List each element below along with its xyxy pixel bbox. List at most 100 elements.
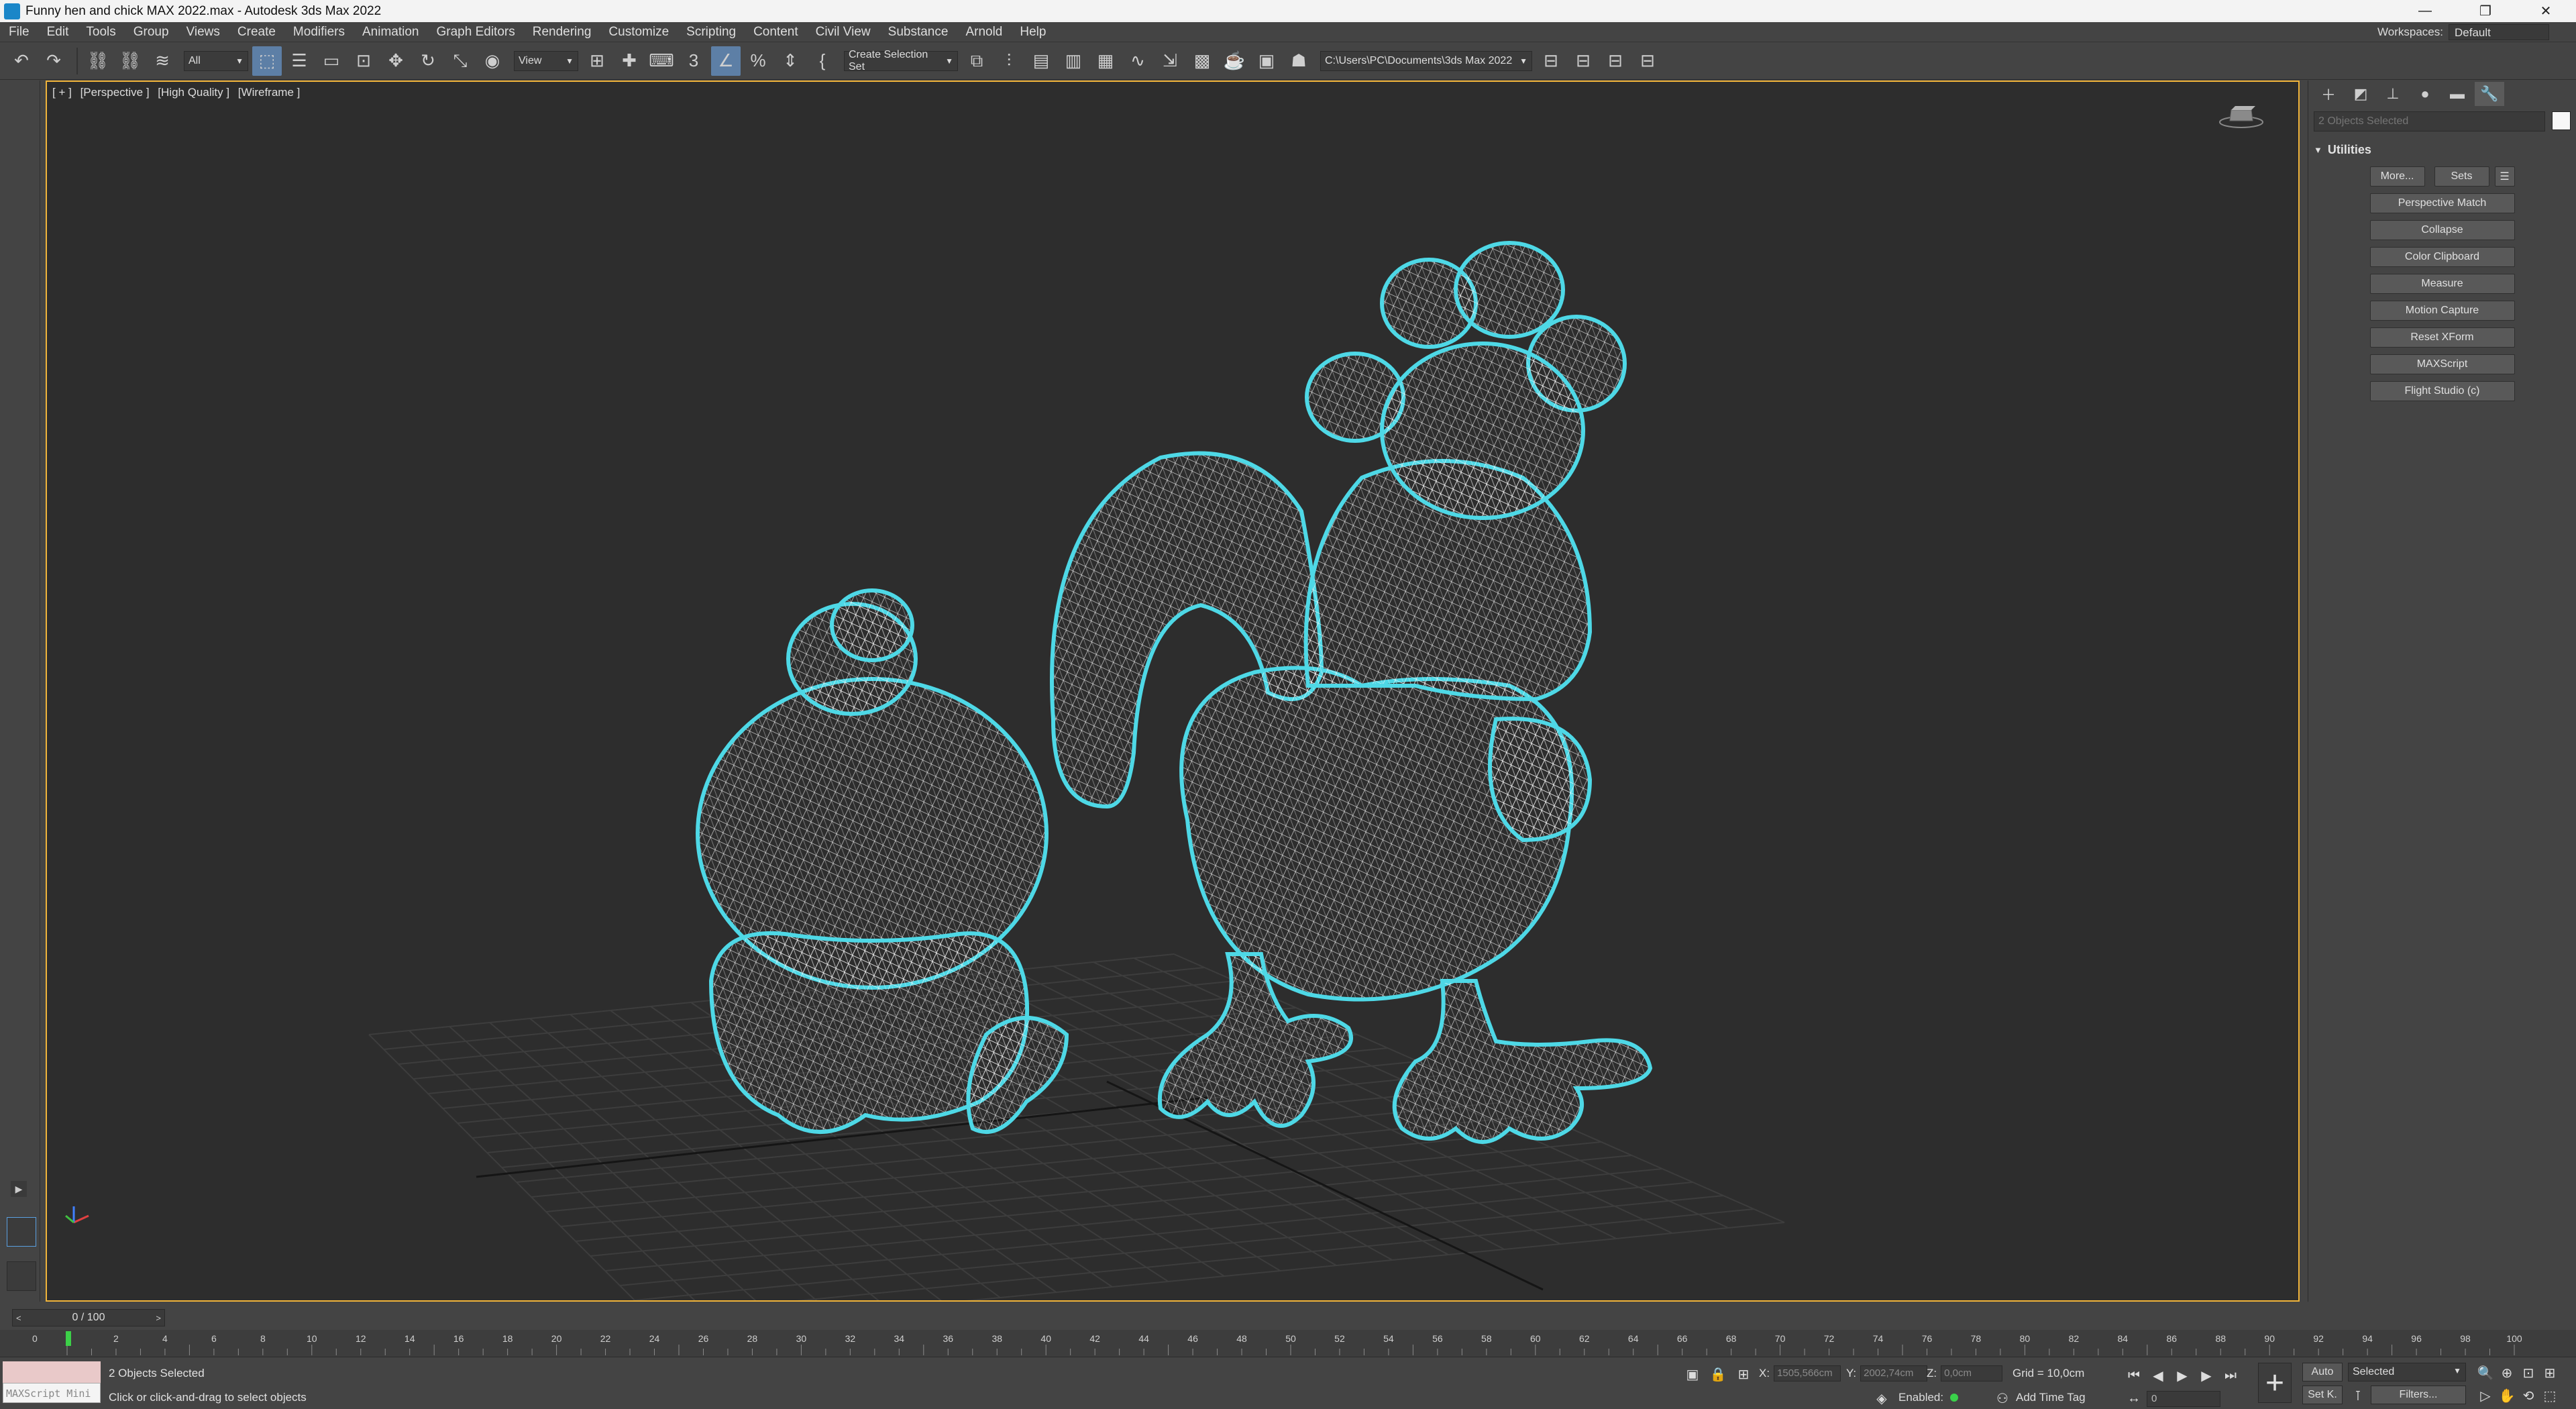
motion-icon[interactable]: ● — [2410, 82, 2440, 106]
menu-scripting[interactable]: Scripting — [678, 25, 745, 40]
rendered-frame-window-icon[interactable]: ▣ — [1252, 46, 1281, 76]
menu-create[interactable]: Create — [229, 25, 284, 40]
go-to-start-icon[interactable]: ⏮ — [2124, 1365, 2144, 1386]
rectangular-selection-icon[interactable]: ▭ — [317, 46, 346, 76]
menu-customize[interactable]: Customize — [600, 25, 678, 40]
zoom-extents-all-icon[interactable]: ⊞ — [2540, 1363, 2560, 1383]
workspaces-dropdown[interactable]: Default — [2449, 24, 2549, 40]
collapse-button[interactable]: Collapse — [2369, 220, 2515, 240]
isolate-selection-icon[interactable]: ▣ — [1682, 1364, 1703, 1384]
x-field[interactable]: 1505,566cm — [1774, 1365, 1841, 1381]
key-filter-dropdown[interactable]: Selected ▼ — [2348, 1363, 2466, 1381]
enabled-indicator-icon[interactable] — [1950, 1394, 1959, 1402]
object-color-swatch[interactable] — [2552, 111, 2571, 130]
object-name-field[interactable] — [2314, 111, 2545, 132]
placement-icon[interactable]: ◉ — [478, 46, 507, 76]
create-icon[interactable]: ＋ — [2314, 82, 2343, 106]
material-editor-icon[interactable]: ▩ — [1187, 46, 1217, 76]
motion-capture-button[interactable]: Motion Capture — [2369, 301, 2515, 321]
viewcube-icon[interactable] — [2218, 102, 2265, 129]
scene-canvas[interactable] — [47, 82, 2300, 1302]
selection-filter-dropdown[interactable]: All ▼ — [184, 50, 248, 71]
maxscript-listener[interactable]: MAXScript Mini — [3, 1361, 101, 1406]
spinner-snap-icon[interactable]: ⇕ — [775, 46, 805, 76]
expand-arrow-icon[interactable]: ▶ — [11, 1181, 27, 1197]
absolute-mode-icon[interactable]: ⊞ — [1733, 1364, 1754, 1384]
set-key-big-icon[interactable]: + — [2258, 1363, 2292, 1403]
go-to-end-icon[interactable]: ⏭ — [2220, 1365, 2241, 1386]
zoom-extents-icon[interactable]: ⊡ — [2518, 1363, 2538, 1383]
render-production-icon[interactable]: ☗ — [1284, 46, 1313, 76]
zoom-icon[interactable]: 🔍 — [2475, 1363, 2496, 1383]
menu-graph-editors[interactable]: Graph Editors — [428, 25, 524, 40]
selection-lock-icon[interactable]: 🔒 — [1708, 1364, 1728, 1384]
next-frame-icon[interactable]: ▶ — [2196, 1365, 2216, 1386]
pan-view-icon[interactable]: ✋ — [2497, 1386, 2517, 1406]
menu-arnold[interactable]: Arnold — [957, 25, 1011, 40]
color-clipboard-button[interactable]: Color Clipboard — [2369, 247, 2515, 267]
select-rotate-icon[interactable]: ↻ — [413, 46, 443, 76]
ribbon-toggle-icon[interactable]: ▦ — [1091, 46, 1120, 76]
keyboard-shortcut-icon[interactable]: ⌨ — [647, 46, 676, 76]
utilities-rollout-header[interactable]: ▼ Utilities — [2314, 141, 2571, 158]
chick-model[interactable] — [696, 588, 1069, 1134]
link-icon[interactable]: ⛓ — [83, 46, 113, 76]
align-icon[interactable]: ⫶ — [994, 46, 1024, 76]
snaps-toggle-icon[interactable]: 3 — [679, 46, 708, 76]
folder-settings-icon[interactable]: ⊟ — [1633, 46, 1662, 76]
add-time-tag[interactable]: Add Time Tag — [2016, 1391, 2086, 1404]
current-frame-field[interactable]: 0 — [2147, 1391, 2220, 1407]
menu-content[interactable]: Content — [745, 25, 807, 40]
edit-named-selection-icon[interactable]: { — [808, 46, 837, 76]
angle-snap-icon[interactable]: ∠ — [711, 46, 741, 76]
key-filters-button[interactable]: Filters... — [2371, 1386, 2466, 1404]
restore-button[interactable]: ❐ — [2455, 0, 2516, 22]
menu-animation[interactable]: Animation — [354, 25, 428, 40]
adaptive-degradation-icon[interactable]: ◈ — [1872, 1388, 1892, 1408]
hen-wing[interactable] — [1488, 717, 1593, 843]
menu-modifiers[interactable]: Modifiers — [284, 25, 354, 40]
track-bar-ruler[interactable]: 2 4 6 8 10 12 14 16 18 20 22 24 26 28 30 32 34 36 38 40 42 44… — [0, 1330, 2576, 1357]
play-icon[interactable]: ▶ — [2172, 1365, 2192, 1386]
menu-substance[interactable]: Substance — [879, 25, 957, 40]
maxscript-output[interactable] — [3, 1361, 101, 1383]
viewport-general-menu[interactable]: [ + ] — [52, 86, 72, 99]
select-move-icon[interactable]: ✥ — [381, 46, 411, 76]
quad-viewport-layout-icon[interactable] — [7, 1261, 36, 1291]
viewport-label-menu[interactable]: [ + ] [Perspective ] [High Quality ] [Wi… — [52, 86, 305, 99]
menu-views[interactable]: Views — [178, 25, 229, 40]
scene-explorer-icon[interactable]: ▤ — [1026, 46, 1056, 76]
next-frame-arrow-icon[interactable]: > — [156, 1313, 161, 1323]
key-filters-icon[interactable]: ⊺ — [2348, 1386, 2368, 1406]
select-by-name-icon[interactable]: ☰ — [284, 46, 314, 76]
more-button[interactable]: More... — [2369, 166, 2425, 187]
hen-comb-2[interactable] — [1454, 241, 1565, 339]
modify-icon[interactable]: ◩ — [2346, 82, 2375, 106]
perspective-viewport[interactable]: [ + ] [Perspective ] [High Quality ] [Wi… — [46, 81, 2300, 1302]
render-setup-icon[interactable]: ☕ — [1220, 46, 1249, 76]
minimize-button[interactable]: — — [2395, 0, 2455, 22]
menu-group[interactable]: Group — [125, 25, 178, 40]
select-object-icon[interactable]: ⬚ — [252, 46, 282, 76]
previous-frame-arrow-icon[interactable]: < — [16, 1313, 21, 1323]
current-frame-marker[interactable] — [66, 1331, 71, 1346]
configure-sets-icon[interactable]: ☰ — [2494, 166, 2515, 187]
unlink-icon[interactable]: ⛓ — [115, 46, 145, 76]
maxscript-mini-input[interactable]: MAXScript Mini — [3, 1383, 101, 1403]
schematic-view-icon[interactable]: ⇲ — [1155, 46, 1185, 76]
project-folder-icon[interactable]: ⊟ — [1536, 46, 1566, 76]
hen-head[interactable] — [1380, 342, 1585, 520]
manipulate-icon[interactable]: ✚ — [614, 46, 644, 76]
utilities-icon[interactable]: 🔧 — [2475, 82, 2504, 106]
auto-key-button[interactable]: Auto — [2302, 1363, 2343, 1381]
menu-file[interactable]: File — [0, 25, 38, 40]
close-button[interactable]: ✕ — [2516, 0, 2576, 22]
redo-icon[interactable]: ↷ — [39, 46, 68, 76]
flight-studio-button[interactable]: Flight Studio (c) — [2369, 381, 2515, 401]
undo-icon[interactable]: ↶ — [7, 46, 36, 76]
menu-rendering[interactable]: Rendering — [524, 25, 600, 40]
window-crossing-icon[interactable]: ⊡ — [349, 46, 378, 76]
menu-edit[interactable]: Edit — [38, 25, 78, 40]
track-bar[interactable]: 2 4 6 8 10 12 14 16 18 20 22 24 26 28 30 32 34 36 38 40 42 44… — [0, 1330, 2576, 1357]
time-tag-icon[interactable]: ⚇ — [1992, 1388, 2012, 1408]
